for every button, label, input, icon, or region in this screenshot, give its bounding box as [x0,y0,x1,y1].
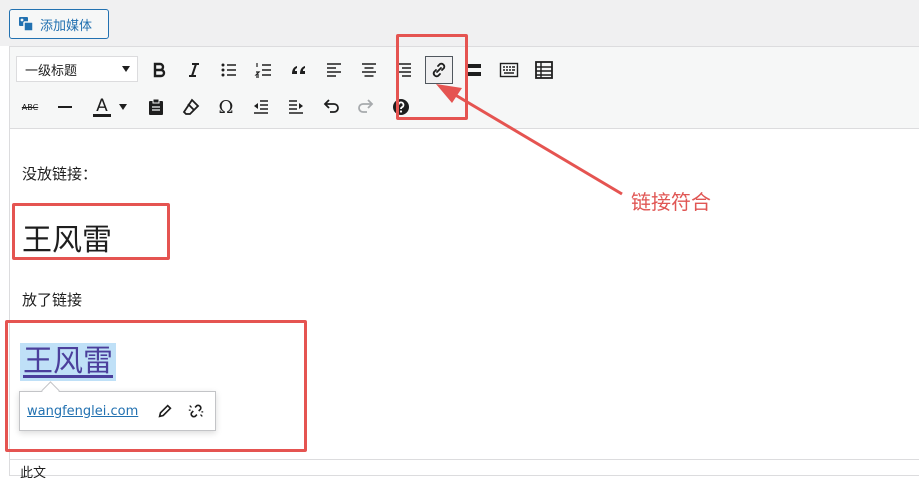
undo-icon [323,99,339,113]
toolbar-toggle-button[interactable] [495,56,523,84]
italic-icon [189,63,199,77]
decrease-indent-button[interactable] [247,93,275,121]
media-icon [19,17,34,32]
eraser-icon [182,98,200,115]
annotation-box-linked-heading [5,320,307,452]
numbered-list-button[interactable] [250,56,278,84]
annotation-box-link-button [396,34,468,120]
annotation-box-plain-heading [12,203,170,260]
add-media-button[interactable]: 添加媒体 [9,9,109,39]
blockquote-button[interactable] [285,56,313,84]
quote-icon [292,66,305,74]
editor-bottom-border [9,459,919,460]
clipboard-icon [149,98,163,115]
undo-button[interactable] [317,93,345,121]
text-color-button[interactable]: A [88,93,132,121]
format-select-value: 一级标题 [25,63,78,79]
clear-formatting-button[interactable] [177,93,205,121]
keyboard-icon [499,62,519,78]
chevron-down-icon [118,104,127,110]
format-select[interactable]: 一级标题 [16,56,138,82]
bold-button[interactable] [145,56,173,84]
paragraph-with-link: 放了链接 [22,291,83,309]
bottom-partial-text: 此文 [20,466,47,481]
align-center-button[interactable] [355,56,383,84]
table-button[interactable] [530,56,558,84]
bulleted-list-icon [221,63,236,77]
align-left-icon [327,63,341,77]
annotation-label: 链接符合 [631,190,711,214]
add-media-label: 添加媒体 [40,18,93,34]
align-left-button[interactable] [320,56,348,84]
strikethrough-icon: ABC [21,102,39,112]
strikethrough-button[interactable]: ABC [16,93,44,121]
outdent-icon [254,100,268,114]
text-color-icon: A [93,97,111,117]
numbered-list-icon [254,63,271,78]
redo-button[interactable] [352,93,380,121]
table-icon [535,61,553,79]
italic-button[interactable] [180,56,208,84]
special-character-button[interactable]: Ω [212,93,240,121]
increase-indent-button[interactable] [282,93,310,121]
bulleted-list-button[interactable] [215,56,243,84]
horizontal-line-icon [58,106,72,108]
indent-icon [289,100,303,114]
paragraph-no-link: 没放链接： [22,165,98,183]
chevron-down-icon [122,66,130,72]
paste-as-text-button[interactable] [142,93,170,121]
horizontal-line-button[interactable] [51,93,79,121]
redo-icon [358,99,374,113]
align-center-icon [362,63,376,77]
bold-icon [153,62,166,78]
omega-icon: Ω [218,96,234,118]
